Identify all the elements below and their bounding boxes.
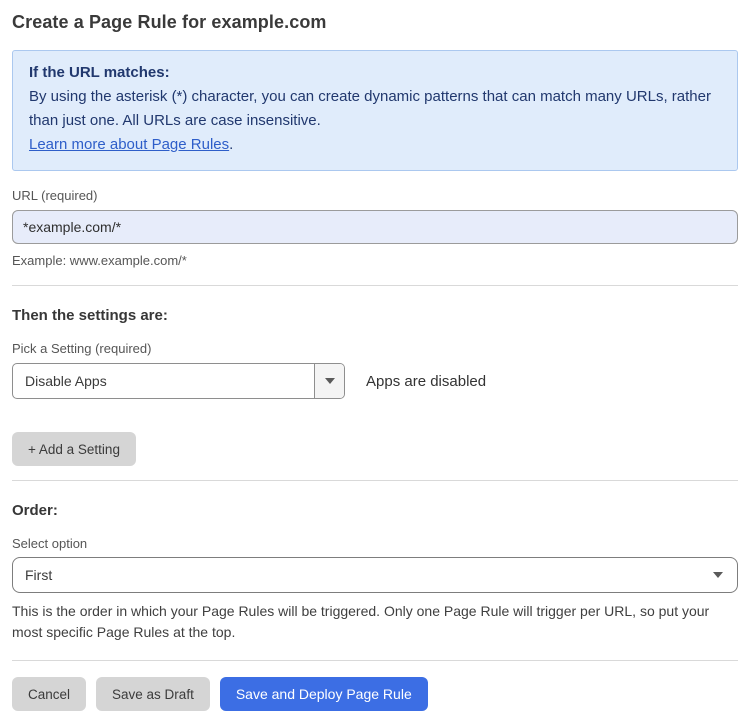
learn-more-link[interactable]: Learn more about Page Rules: [29, 136, 229, 153]
order-select-value: First: [25, 567, 53, 583]
setting-dropdown-arrow-button[interactable]: [314, 364, 344, 398]
save-and-deploy-button[interactable]: Save and Deploy Page Rule: [219, 677, 428, 711]
divider: [12, 285, 738, 286]
setting-dropdown[interactable]: Disable Apps: [12, 363, 345, 399]
caret-down-icon: [713, 572, 723, 578]
setting-row: Disable Apps Apps are disabled: [12, 363, 738, 399]
url-match-info-box: If the URL matches: By using the asteris…: [12, 50, 738, 171]
settings-section-heading: Then the settings are:: [12, 307, 168, 324]
link-suffix-text: .: [229, 136, 234, 153]
caret-down-icon: [324, 378, 335, 384]
cancel-button[interactable]: Cancel: [12, 677, 87, 711]
page-title: Create a Page Rule for example.com: [12, 12, 327, 32]
setting-status-text: Apps are disabled: [366, 372, 487, 390]
url-label: URL (required): [12, 188, 98, 203]
add-setting-button[interactable]: + Add a Setting: [12, 432, 136, 466]
save-as-draft-button[interactable]: Save as Draft: [96, 677, 210, 711]
divider: [12, 480, 738, 481]
info-box-link-line: Learn more about Page Rules.: [29, 133, 721, 157]
create-page-rule-form: Create a Page Rule for example.com If th…: [0, 0, 750, 721]
select-option-label: Select option: [12, 536, 88, 551]
info-box-heading: If the URL matches:: [29, 64, 170, 81]
setting-dropdown-value: Disable Apps: [25, 373, 107, 389]
url-example-text: Example: www.example.com/*: [12, 253, 187, 268]
pick-setting-label: Pick a Setting (required): [12, 341, 152, 356]
url-input[interactable]: [12, 210, 738, 244]
order-help-text: This is the order in which your Page Rul…: [12, 603, 710, 640]
order-select[interactable]: First: [12, 557, 738, 593]
form-actions: Cancel Save as Draft Save and Deploy Pag…: [12, 677, 738, 711]
info-box-body: By using the asterisk (*) character, you…: [29, 88, 711, 129]
order-section-heading: Order:: [12, 502, 58, 519]
divider: [12, 660, 738, 661]
